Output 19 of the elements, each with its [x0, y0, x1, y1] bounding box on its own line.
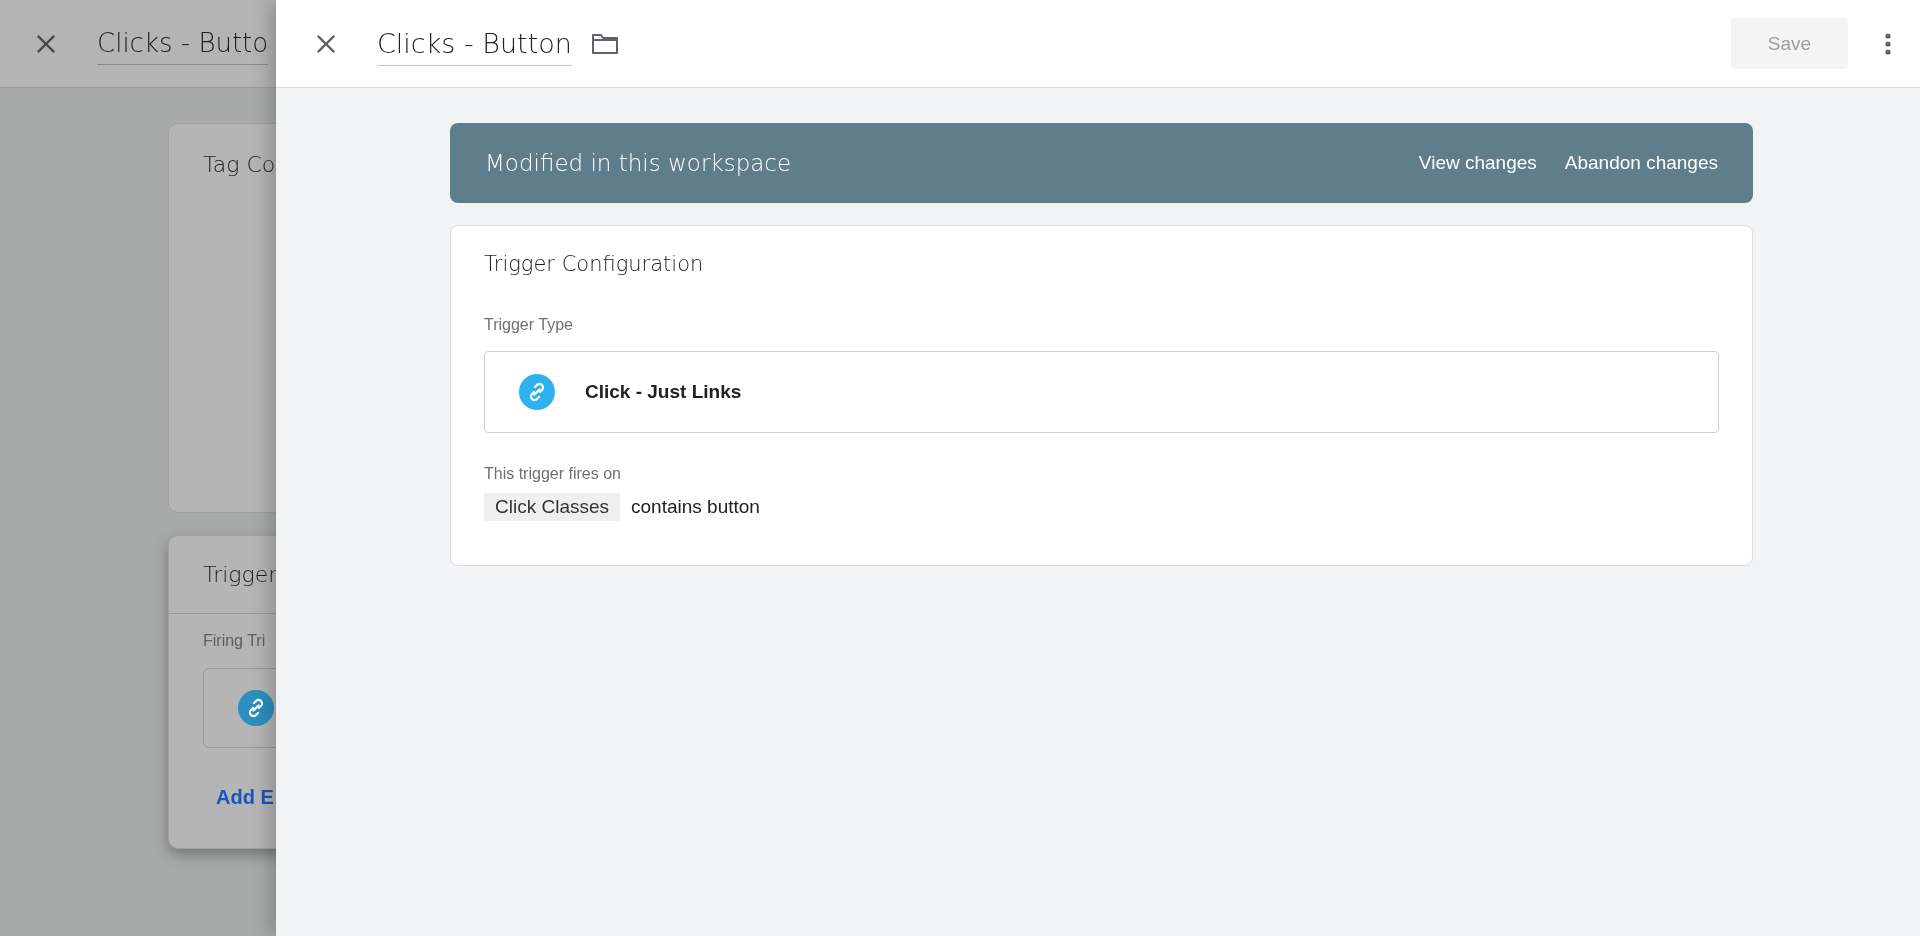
link-icon [238, 690, 274, 726]
trigger-type-selector[interactable]: Click - Just Links [484, 351, 1719, 433]
banner-action-button[interactable]: View changes [1418, 152, 1537, 174]
trigger-type-name: Click - Just Links [585, 381, 742, 403]
banner-message: Modified in this workspace [485, 150, 792, 176]
link-icon [519, 374, 555, 410]
condition-text: contains button [631, 496, 760, 518]
field-label: Firing Tri [203, 632, 267, 650]
card-title: Trigger Configuration [484, 252, 704, 276]
field-label: Trigger Type [484, 316, 573, 334]
tag-title: Clicks - Butto [97, 28, 269, 65]
folder-icon[interactable] [590, 31, 619, 56]
more-icon[interactable] [1884, 31, 1892, 56]
banner-action-button[interactable]: Abandon changes [1564, 152, 1718, 174]
variable-chip: Click Classes [484, 493, 621, 521]
card-title: Tag Co [203, 152, 276, 177]
add-exception-link[interactable]: Add E [216, 786, 276, 809]
trigger-name-field[interactable]: Clicks - Button [377, 27, 572, 66]
field-label: This trigger fires on [484, 465, 621, 483]
